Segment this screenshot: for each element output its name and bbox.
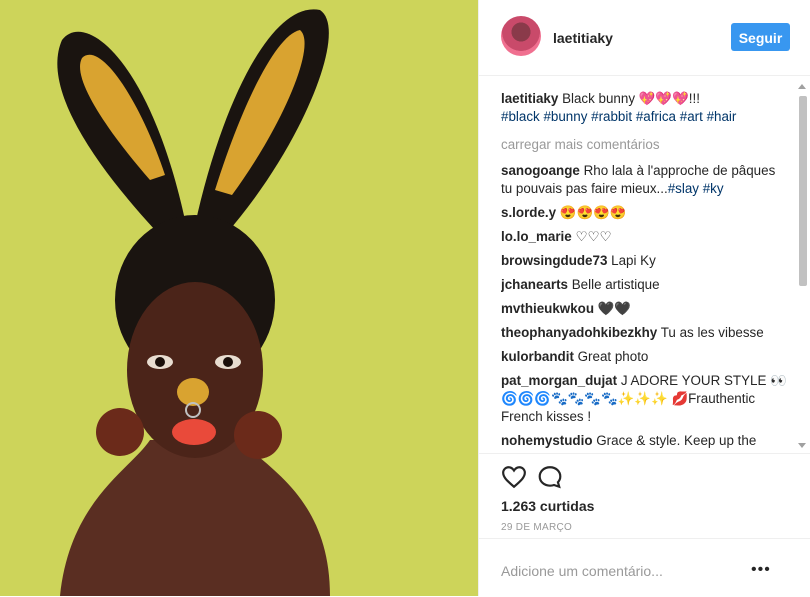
comment-username[interactable]: browsingdude73: [501, 253, 607, 268]
comment-username[interactable]: theophanyadohkibezkhy: [501, 325, 657, 340]
comment-username[interactable]: kulorbandit: [501, 349, 574, 364]
hashtag[interactable]: #black: [501, 109, 540, 124]
comment-tags[interactable]: #slay #ky: [668, 181, 724, 196]
comments-scrollbar[interactable]: [795, 78, 809, 452]
comment: jchanearts Belle artistique: [501, 276, 787, 294]
header-username[interactable]: laetitiaky: [553, 30, 613, 46]
comment: sanogoange Rho lala à l'approche de pâqu…: [501, 162, 787, 198]
hashtag[interactable]: #art: [680, 109, 703, 124]
scroll-up-arrow-icon[interactable]: [798, 84, 806, 89]
comment-text: ♡♡♡: [575, 229, 612, 244]
avatar[interactable]: [501, 16, 541, 56]
heart-icon[interactable]: [501, 464, 527, 490]
follow-button[interactable]: Seguir: [731, 23, 790, 51]
comment-username[interactable]: sanogoange: [501, 163, 580, 178]
comment-username[interactable]: nohemystudio: [501, 433, 593, 448]
post-header: laetitiaky Seguir: [479, 0, 810, 76]
comment: s.lorde.y 😍😍😍😍: [501, 204, 787, 222]
post-photo[interactable]: [0, 0, 478, 596]
comment-text: Great photo: [577, 349, 649, 364]
comment: kulorbandit Great photo: [501, 348, 787, 366]
comment-text: Tu as les vibesse: [660, 325, 764, 340]
comment-text: Belle artistique: [571, 277, 660, 292]
comment-text: Lapi Ky: [611, 253, 656, 268]
comment-text: Grace & style. Keep up the: [596, 433, 757, 448]
comment: nohemystudio Grace & style. Keep up the: [501, 432, 787, 450]
comment-username[interactable]: s.lorde.y: [501, 205, 556, 220]
caption-username[interactable]: laetitiaky: [501, 91, 558, 106]
comment: pat_morgan_dujat J ADORE YOUR STYLE 👀🌀🌀🌀…: [501, 372, 787, 426]
post-container: laetitiaky Seguir laetitiaky Black bunny…: [0, 0, 810, 596]
comment-username[interactable]: mvthieukwkou: [501, 301, 594, 316]
comment-input[interactable]: Adicione um comentário...: [501, 563, 663, 579]
hashtag[interactable]: #africa: [636, 109, 676, 124]
likes-count[interactable]: 1.263 curtidas: [501, 498, 594, 514]
load-more-comments[interactable]: carregar mais comentários: [501, 136, 787, 154]
comment-username[interactable]: lo.lo_marie: [501, 229, 572, 244]
more-options-icon[interactable]: •••: [751, 561, 771, 579]
scrollbar-thumb[interactable]: [799, 96, 807, 286]
hashtag[interactable]: #hair: [707, 109, 737, 124]
post-sidebar: laetitiaky Seguir laetitiaky Black bunny…: [478, 0, 810, 596]
hashtag[interactable]: #rabbit: [591, 109, 632, 124]
caption: laetitiaky Black bunny 💖💖💖!!! #black #bu…: [501, 90, 787, 126]
post-actions: 1.263 curtidas 29 DE MARÇO: [479, 453, 810, 533]
post-date[interactable]: 29 DE MARÇO: [501, 522, 572, 533]
comment: lo.lo_marie ♡♡♡: [501, 228, 787, 246]
scroll-down-arrow-icon[interactable]: [798, 443, 806, 448]
comment-text: 😍😍😍😍: [559, 205, 627, 220]
comment: theophanyadohkibezkhy Tu as les vibesse: [501, 324, 787, 342]
comment-username[interactable]: pat_morgan_dujat: [501, 373, 617, 388]
comment-bubble-icon[interactable]: [537, 464, 563, 490]
caption-text: Black bunny 💖💖💖!!!: [562, 91, 700, 106]
add-comment-bar: Adicione um comentário... •••: [479, 538, 810, 597]
comments-list[interactable]: laetitiaky Black bunny 💖💖💖!!! #black #bu…: [501, 90, 787, 452]
comment: browsingdude73 Lapi Ky: [501, 252, 787, 270]
comment-text: 🖤🖤: [597, 301, 632, 316]
comment: mvthieukwkou 🖤🖤: [501, 300, 787, 318]
hashtag[interactable]: #bunny: [543, 109, 587, 124]
portrait-illustration: [0, 0, 478, 596]
comment-username[interactable]: jchanearts: [501, 277, 568, 292]
